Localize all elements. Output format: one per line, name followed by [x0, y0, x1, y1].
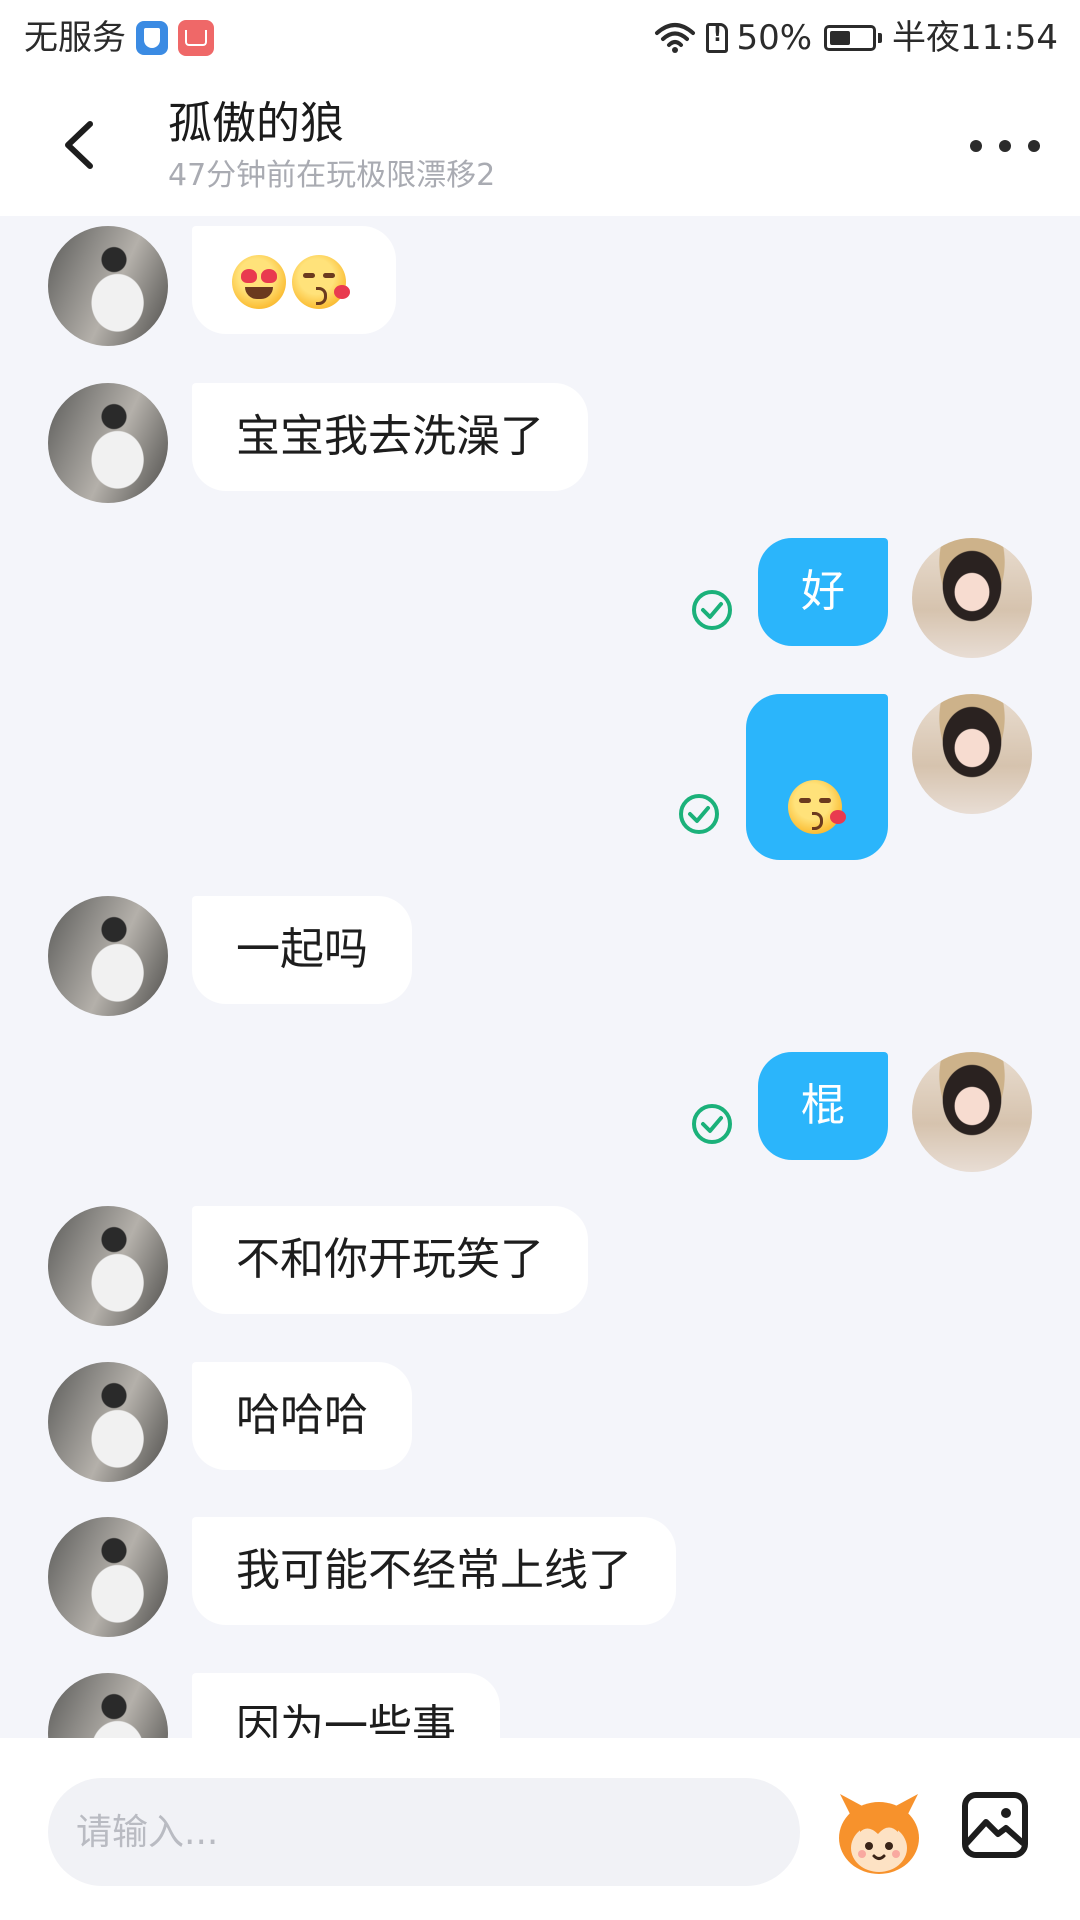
read-check-icon [679, 794, 719, 834]
status-bar-left: 无服务 [24, 16, 214, 60]
contact-avatar[interactable] [48, 1673, 168, 1738]
message-bubble[interactable] [746, 694, 888, 860]
kiss-emoji [788, 780, 846, 834]
my-avatar[interactable] [912, 694, 1032, 814]
contact-avatar[interactable] [48, 383, 168, 503]
sim-alert-icon [706, 22, 729, 53]
contact-avatar[interactable] [48, 226, 168, 346]
message-bubble[interactable]: 哈哈哈 [192, 1362, 412, 1470]
heart-eyes-emoji [232, 255, 286, 309]
battery-percent: 50% [736, 18, 813, 58]
contact-avatar[interactable] [48, 1517, 168, 1637]
message-bubble[interactable]: 棍 [758, 1052, 888, 1160]
app-store-icon [178, 20, 214, 56]
my-avatar[interactable] [912, 538, 1032, 658]
message-bubble[interactable]: 不和你开玩笑了 [192, 1206, 588, 1314]
clock: 半夜11:54 [892, 18, 1058, 58]
contact-avatar[interactable] [48, 1362, 168, 1482]
my-avatar[interactable] [912, 1052, 1032, 1172]
carrier-label: 无服务 [24, 18, 126, 58]
battery-level-fill [830, 31, 851, 45]
contact-name[interactable]: 孤傲的狼 [168, 94, 344, 154]
chat-screen: 无服务 50% 半夜11:54 孤傲的狼 47分钟前在玩极限漂移2 [0, 0, 1080, 1920]
message-input-bar [0, 1738, 1080, 1920]
message-bubble[interactable]: 宝宝我去洗澡了 [192, 383, 588, 491]
message-bubble[interactable]: 好 [758, 538, 888, 646]
chat-header: 孤傲的狼 47分钟前在玩极限漂移2 [0, 76, 1080, 216]
message-bubble[interactable]: 因为一些事 [192, 1673, 500, 1738]
status-bar: 无服务 50% 半夜11:54 [0, 0, 1080, 76]
wifi-icon [655, 23, 696, 53]
message-bubble[interactable]: 我可能不经常上线了 [192, 1517, 676, 1625]
sticker-mascot-icon[interactable] [832, 1788, 926, 1878]
contact-status: 47分钟前在玩极限漂移2 [168, 158, 496, 193]
contact-avatar[interactable] [48, 1206, 168, 1326]
contact-avatar[interactable] [48, 896, 168, 1016]
shield-icon [136, 21, 168, 55]
read-check-icon [692, 1104, 732, 1144]
status-bar-right: 50% 半夜11:54 [654, 16, 1058, 60]
read-check-icon [692, 590, 732, 630]
more-dots-icon[interactable] [970, 126, 1040, 166]
battery-icon [824, 25, 883, 51]
kiss-emoji [292, 255, 350, 309]
message-input[interactable] [48, 1778, 800, 1886]
image-picker-icon[interactable] [962, 1792, 1028, 1858]
message-list[interactable]: 宝宝我去洗澡了 好 一起吗 棍 不和你开玩笑了 哈哈哈 我可能不经常上线了 因为… [0, 216, 1080, 1738]
message-bubble[interactable] [192, 226, 396, 334]
back-arrow-icon[interactable] [52, 110, 112, 180]
message-bubble[interactable]: 一起吗 [192, 896, 412, 1004]
